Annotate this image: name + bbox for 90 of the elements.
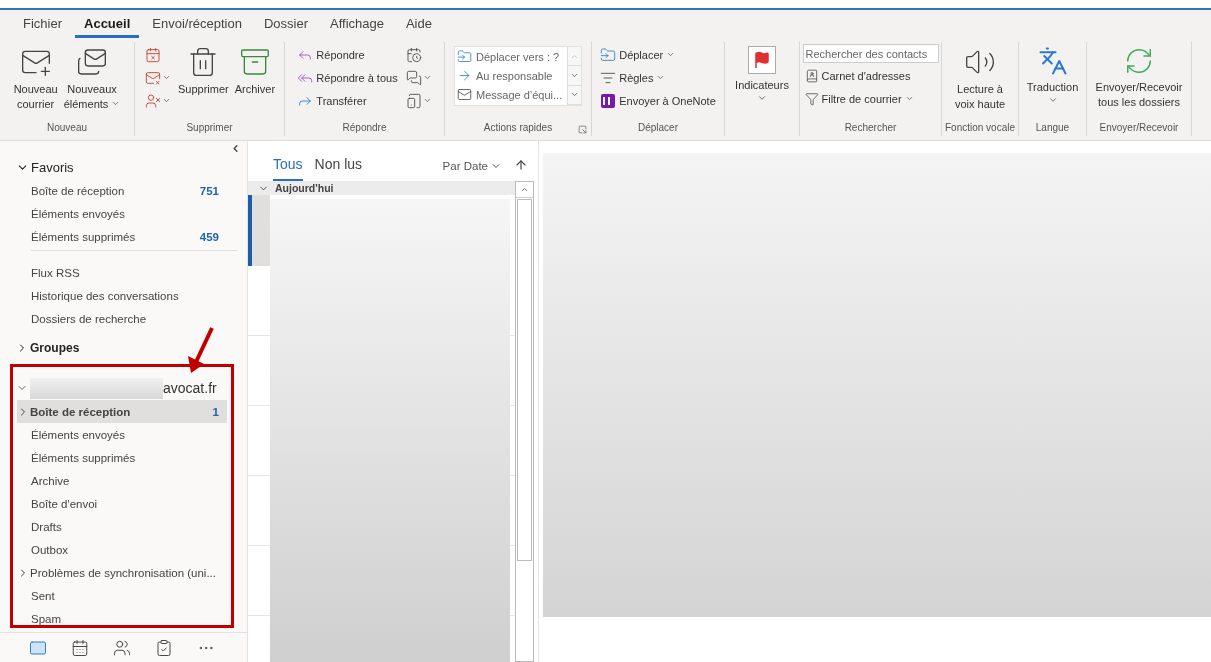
section-header[interactable]: Favoris bbox=[0, 155, 247, 179]
filter-tab[interactable]: Non lus bbox=[314, 156, 363, 181]
ribbon-button[interactable]: Lecture à voix haute bbox=[953, 44, 1007, 114]
chevron-down-icon bbox=[570, 71, 579, 80]
ribbon-button[interactable]: Transférer bbox=[295, 90, 400, 111]
caret-icon bbox=[666, 50, 676, 59]
group-label: Supprimer bbox=[186, 122, 233, 135]
group-label: Nouveau bbox=[47, 122, 87, 135]
calendar-clock-icon bbox=[405, 46, 422, 63]
folder-item[interactable]: Sent bbox=[17, 584, 227, 607]
account-name: avocat.fr bbox=[163, 380, 217, 396]
ribbon-button[interactable]: Carnet d'adresses bbox=[802, 65, 939, 86]
caret-icon bbox=[111, 99, 121, 108]
folder-item[interactable]: Dossiers de recherche bbox=[17, 307, 227, 330]
folder-item[interactable]: Éléments supprimés 459 bbox=[17, 225, 227, 248]
folder-item[interactable]: Drafts bbox=[17, 515, 227, 538]
group-label: Envoyer/Recevoir bbox=[1099, 122, 1179, 135]
ribbon-button[interactable]: Supprimer bbox=[176, 44, 230, 99]
group-label: Actions rapides bbox=[483, 122, 553, 135]
folder-item[interactable]: Éléments envoyés bbox=[17, 423, 227, 446]
folder-item[interactable]: Boîte d'envoi bbox=[17, 492, 227, 515]
folder-arrow-icon bbox=[457, 49, 472, 64]
group-label: Fonction vocale bbox=[944, 122, 1015, 135]
folder-arrow-icon bbox=[600, 46, 617, 63]
folder-item[interactable]: Boîte de réception 751 bbox=[17, 179, 227, 202]
ribbon-button[interactable]: Nouveau courrier bbox=[12, 44, 59, 114]
ribbon-button[interactable]: Archiver bbox=[233, 44, 277, 99]
ribbon-tab[interactable]: Affichage bbox=[320, 16, 393, 38]
ribbon-button[interactable]: Indicateurs bbox=[734, 44, 790, 105]
caret-icon bbox=[904, 94, 914, 103]
flag-icon bbox=[748, 46, 776, 74]
ribbon-button[interactable]: Filtre de courrier bbox=[802, 88, 939, 109]
folder-item[interactable]: Flux RSS bbox=[17, 261, 227, 284]
caret-icon bbox=[161, 73, 171, 82]
caret-icon bbox=[656, 73, 666, 82]
user-block-icon bbox=[144, 92, 161, 109]
folder-item[interactable]: Éléments supprimés bbox=[17, 446, 227, 469]
arrow-right-icon bbox=[457, 68, 472, 83]
group-header[interactable]: Aujourd'hui bbox=[248, 181, 515, 195]
mail-x-icon bbox=[144, 69, 161, 86]
ribbon-button[interactable]: Répondre à tous bbox=[295, 67, 400, 88]
ribbon-tab[interactable]: Dossier bbox=[254, 16, 317, 38]
ribbon-button[interactable]: Nouveaux éléments bbox=[62, 44, 122, 114]
quick-step[interactable]: Au responsable bbox=[457, 66, 565, 85]
caret-icon bbox=[422, 73, 432, 82]
ribbon-tab[interactable]: Accueil bbox=[75, 16, 140, 38]
folder-item[interactable]: Outbox bbox=[17, 538, 227, 561]
folder-item[interactable]: Éléments envoyés bbox=[17, 202, 227, 225]
quick-step[interactable]: Message d’équi... bbox=[457, 85, 565, 104]
folder-item[interactable]: Spam bbox=[17, 607, 227, 630]
address-book-icon bbox=[804, 68, 819, 83]
device-icon bbox=[405, 92, 422, 109]
ribbon-tab[interactable]: Aide bbox=[396, 16, 441, 38]
caret-icon bbox=[757, 93, 767, 103]
search-field[interactable]: Rechercher des contacts bbox=[802, 44, 939, 63]
envelopes-icon bbox=[76, 46, 108, 78]
chevron-up-icon bbox=[520, 185, 529, 194]
onenote-icon bbox=[600, 92, 617, 109]
ribbon-button[interactable]: Envoyer/Recevoir tous les dossiers bbox=[1094, 44, 1184, 112]
scrollbar[interactable] bbox=[515, 181, 534, 662]
section-header[interactable]: Groupes bbox=[0, 336, 247, 360]
group-label: Langue bbox=[1035, 122, 1070, 135]
ribbon-tab[interactable]: Envoi/réception bbox=[143, 16, 251, 38]
arrow-icon bbox=[186, 326, 216, 374]
ribbon-tab[interactable]: Fichier bbox=[14, 16, 71, 38]
group-label: Répondre bbox=[342, 122, 387, 135]
caret-icon bbox=[1047, 95, 1058, 105]
caret-icon bbox=[422, 96, 432, 105]
filter-icon bbox=[804, 91, 819, 106]
archive-icon bbox=[238, 46, 271, 78]
folder-item[interactable]: Archive bbox=[17, 469, 227, 492]
folder-item[interactable]: Problèmes de synchronisation (uni... bbox=[17, 561, 227, 584]
quick-step[interactable]: Déplacer vers : ? bbox=[457, 47, 565, 66]
ribbon-button[interactable]: Règles bbox=[598, 67, 718, 88]
group-label: Déplacer bbox=[638, 122, 678, 135]
ribbon-button[interactable]: Traduction bbox=[1025, 44, 1080, 107]
sync-icon bbox=[1124, 46, 1154, 76]
ribbon-button[interactable]: Envoyer à OneNote bbox=[598, 90, 718, 111]
group-label: Rechercher bbox=[844, 122, 897, 135]
selected-message-row[interactable] bbox=[248, 195, 270, 266]
calendar-block-icon bbox=[144, 46, 161, 63]
dialog-launcher-icon[interactable] bbox=[578, 125, 587, 134]
ribbon-button[interactable]: Déplacer bbox=[598, 44, 718, 65]
translate-icon bbox=[1037, 46, 1068, 76]
folder-item[interactable]: Boîte de réception 1 bbox=[17, 400, 227, 423]
folder-item[interactable]: Historique des conversations bbox=[17, 284, 227, 307]
ribbon-button[interactable]: Répondre bbox=[295, 44, 400, 65]
sort-button[interactable]: Par Date bbox=[442, 160, 502, 181]
caret-icon bbox=[161, 96, 171, 105]
chat-icon bbox=[405, 69, 422, 86]
